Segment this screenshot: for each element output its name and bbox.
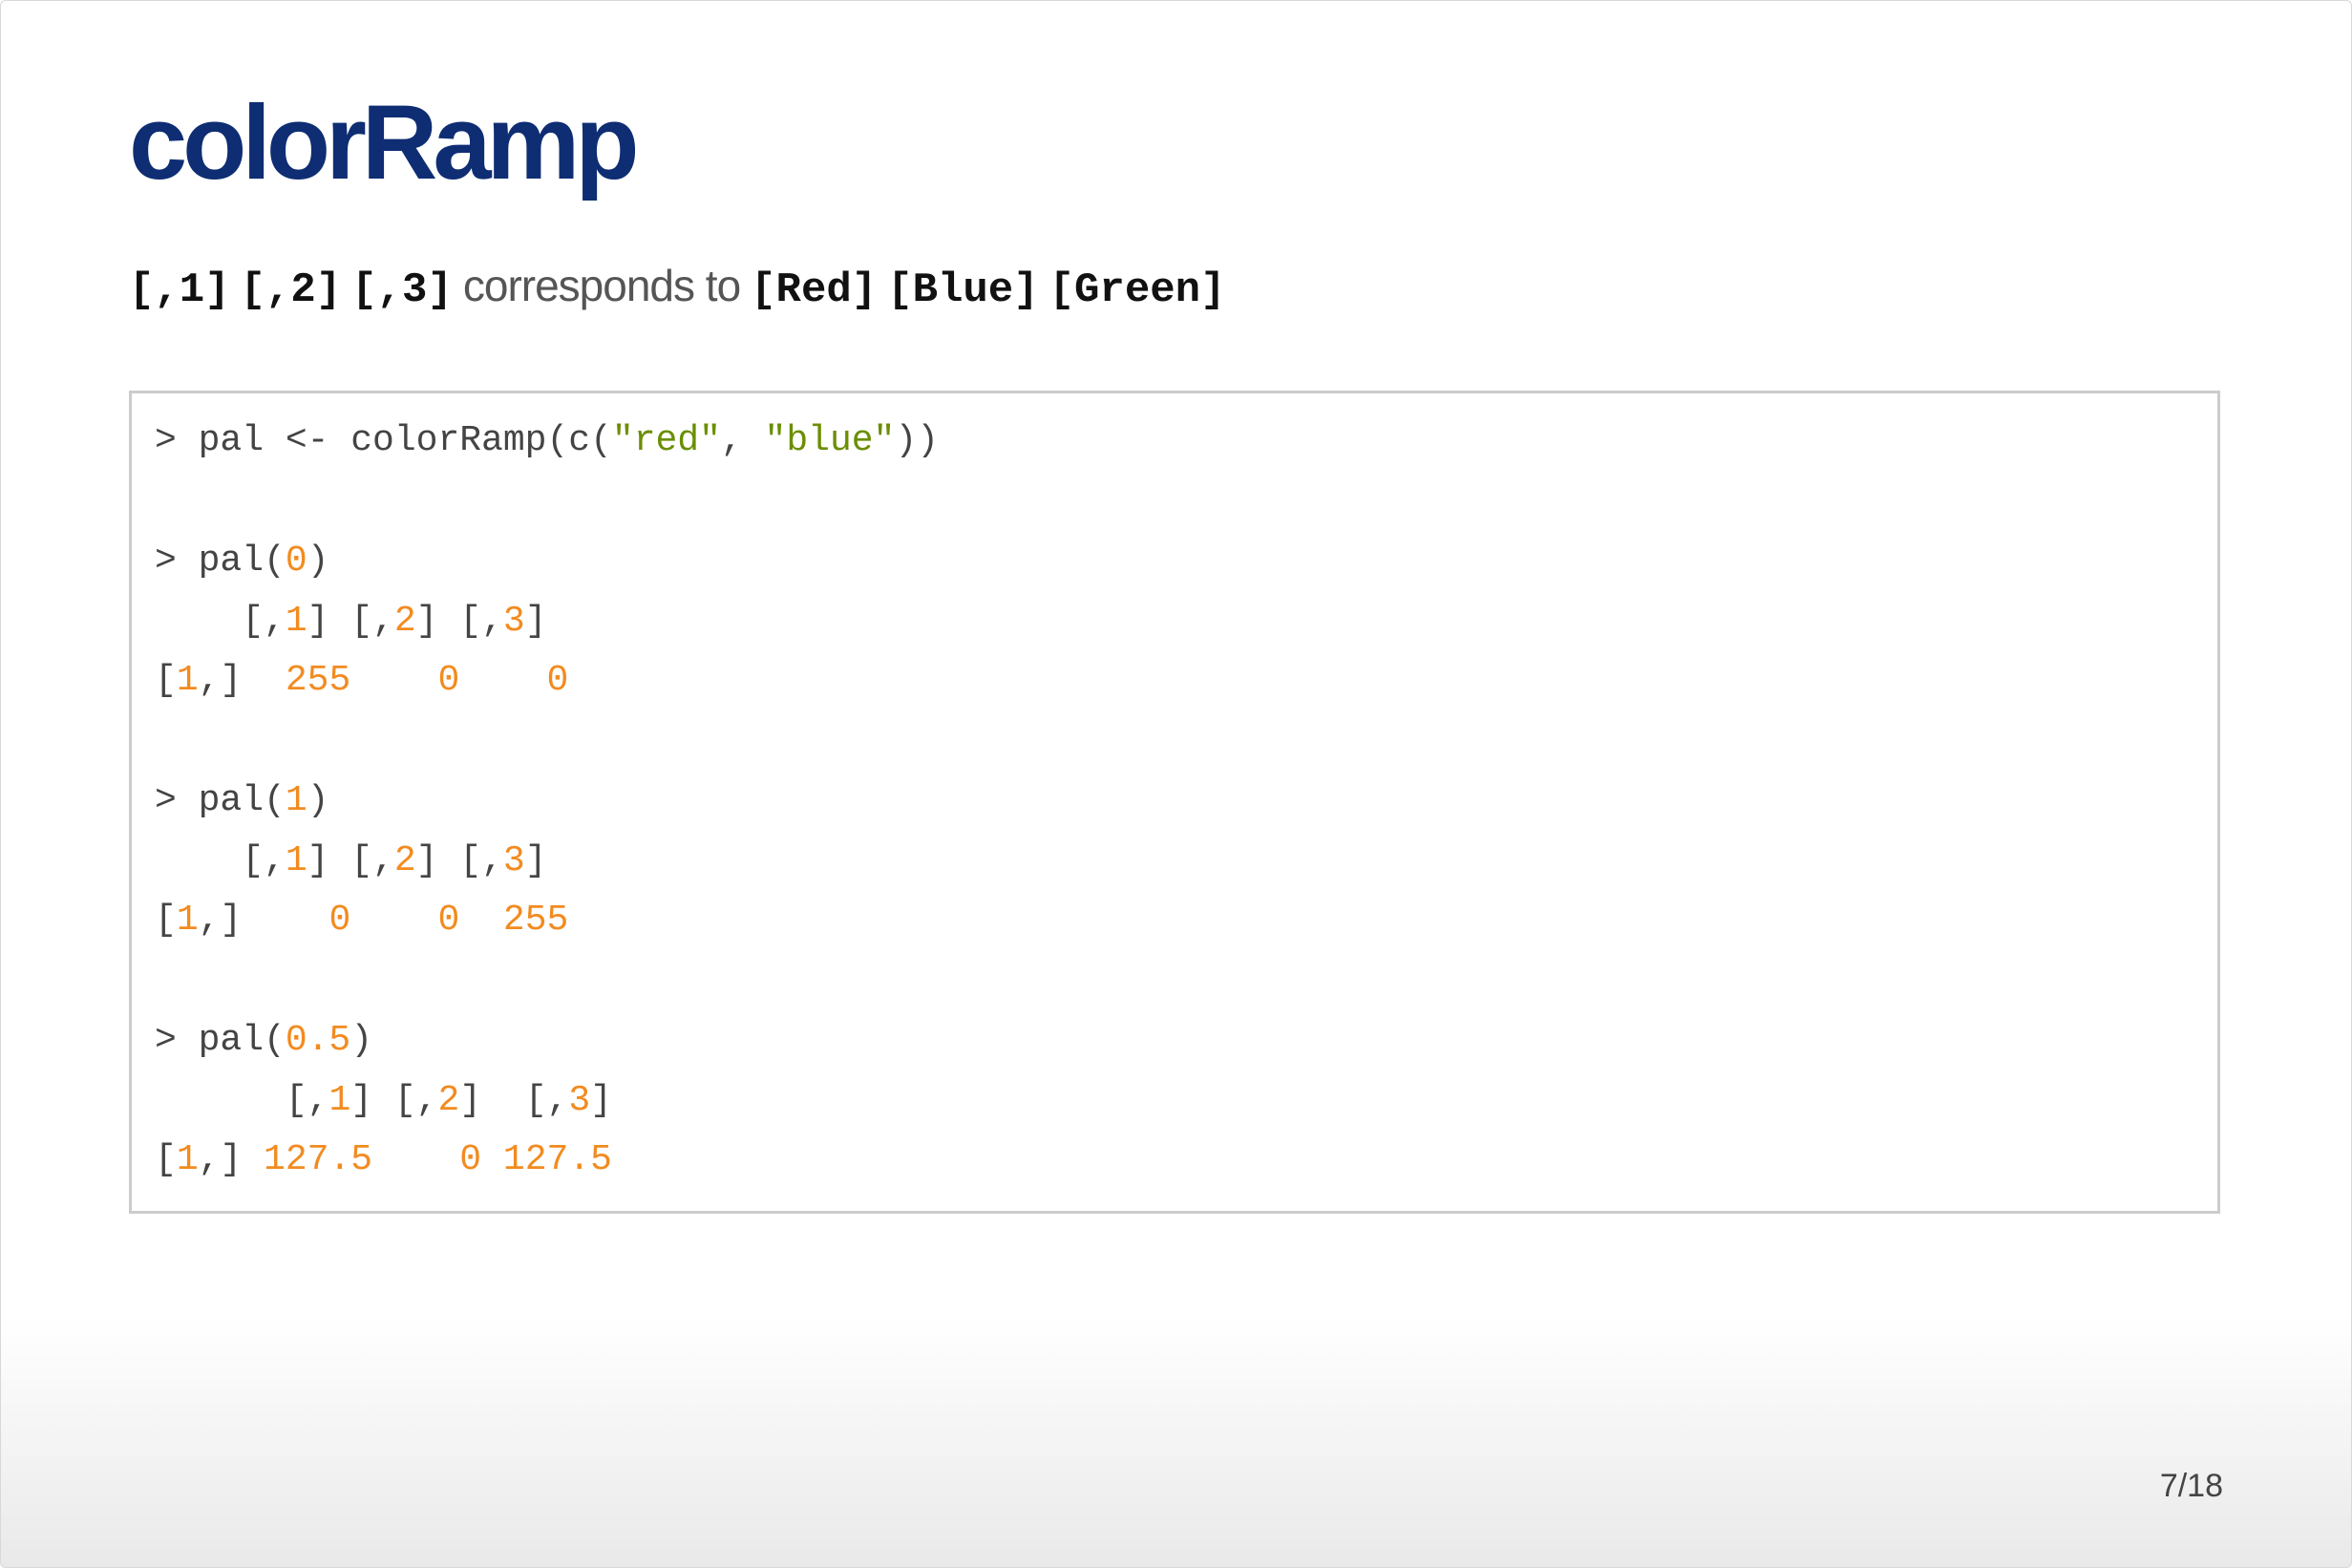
page-number: 7/18: [2159, 1468, 2223, 1504]
code-text: )): [895, 420, 939, 461]
code-number: 2: [393, 840, 416, 881]
code-text: ): [307, 780, 329, 821]
code-text: ,]: [198, 660, 243, 701]
code-text: ] [,: [415, 840, 503, 881]
code-text: ,]: [198, 900, 243, 941]
code-number: 1: [285, 780, 307, 821]
code-line-header: [,1] [,2] [,3]: [155, 1078, 612, 1124]
code-text: > pal <- colorRamp(c(: [155, 420, 612, 461]
code-text: > pal(: [155, 1020, 286, 1061]
code-text: ]: [524, 840, 547, 881]
code-number: 255: [502, 900, 569, 941]
color-label-blue: [Blue]: [887, 266, 1039, 314]
code-text: [: [155, 1139, 177, 1180]
code-line-values: [1,] 255 0 0: [155, 658, 568, 704]
corresponds-text: corresponds to: [462, 261, 741, 310]
code-text: ): [350, 1020, 373, 1061]
code-number: 0.5: [285, 1020, 351, 1061]
code-line-header: [,1] [,2] [,3]: [155, 838, 547, 884]
code-string: "red": [611, 420, 721, 461]
code-number: 3: [568, 1080, 591, 1121]
code-number: 255: [285, 660, 351, 701]
code-line-call: > pal(0): [155, 539, 328, 584]
code-line-values: [1,] 127.5 0 127.5: [155, 1137, 612, 1183]
code-number: 0: [437, 660, 460, 701]
code-text: [,: [242, 840, 286, 881]
code-number: 1: [176, 900, 199, 941]
code-text: ,]: [198, 1139, 243, 1180]
code-text: ]: [524, 601, 547, 642]
color-label-green: [Green]: [1049, 266, 1226, 314]
code-number: 3: [502, 601, 525, 642]
code-text: ]: [590, 1080, 612, 1121]
code-text: ,: [720, 420, 765, 461]
code-number: 0: [546, 660, 569, 701]
code-text: [: [155, 660, 177, 701]
color-label-red: [Red]: [751, 266, 878, 314]
code-number: 2: [393, 601, 416, 642]
code-number: 0: [285, 540, 307, 582]
code-number: 127.5: [264, 1139, 373, 1180]
code-text: [,: [242, 601, 286, 642]
subtitle-line: [,1] [,2] [,3] corresponds to [Red] [Blu…: [129, 257, 1225, 319]
code-number: 1: [176, 1139, 199, 1180]
code-line-assign: > pal <- colorRamp(c("red", "blue")): [155, 418, 939, 464]
col-label-3: [,3]: [351, 266, 453, 314]
code-text: ] [,: [459, 1080, 569, 1121]
code-string: "blue": [764, 420, 896, 461]
code-block: > pal <- colorRamp(c("red", "blue")) > p…: [129, 391, 2220, 1214]
code-number: 1: [328, 1080, 351, 1121]
slide-title: colorRamp: [129, 84, 640, 201]
code-number: 3: [502, 840, 525, 881]
code-line-header: [,1] [,2] [,3]: [155, 599, 547, 645]
code-text: ): [307, 540, 329, 582]
code-number: 0: [328, 900, 351, 941]
code-line-values: [1,] 0 0 255: [155, 898, 568, 943]
slide: colorRamp [,1] [,2] [,3] corresponds to …: [0, 0, 2352, 1568]
code-number: 1: [285, 601, 307, 642]
code-text: ] [,: [350, 1080, 438, 1121]
code-text: [: [155, 900, 177, 941]
code-line-call: > pal(1): [155, 778, 328, 824]
code-text: > pal(: [155, 780, 286, 821]
code-number: 1: [285, 840, 307, 881]
code-number: 0: [459, 1139, 482, 1180]
col-label-2: [,2]: [240, 266, 342, 314]
code-number: 1: [176, 660, 199, 701]
col-label-1: [,1]: [129, 266, 230, 314]
code-line-call: > pal(0.5): [155, 1018, 372, 1064]
code-text: ] [,: [415, 601, 503, 642]
code-text: ] [,: [307, 840, 394, 881]
code-number: 0: [437, 900, 460, 941]
code-text: ] [,: [307, 601, 394, 642]
code-number: 127.5: [502, 1139, 612, 1180]
code-text: [,: [285, 1080, 329, 1121]
code-number: 2: [437, 1080, 460, 1121]
code-text: > pal(: [155, 540, 286, 582]
